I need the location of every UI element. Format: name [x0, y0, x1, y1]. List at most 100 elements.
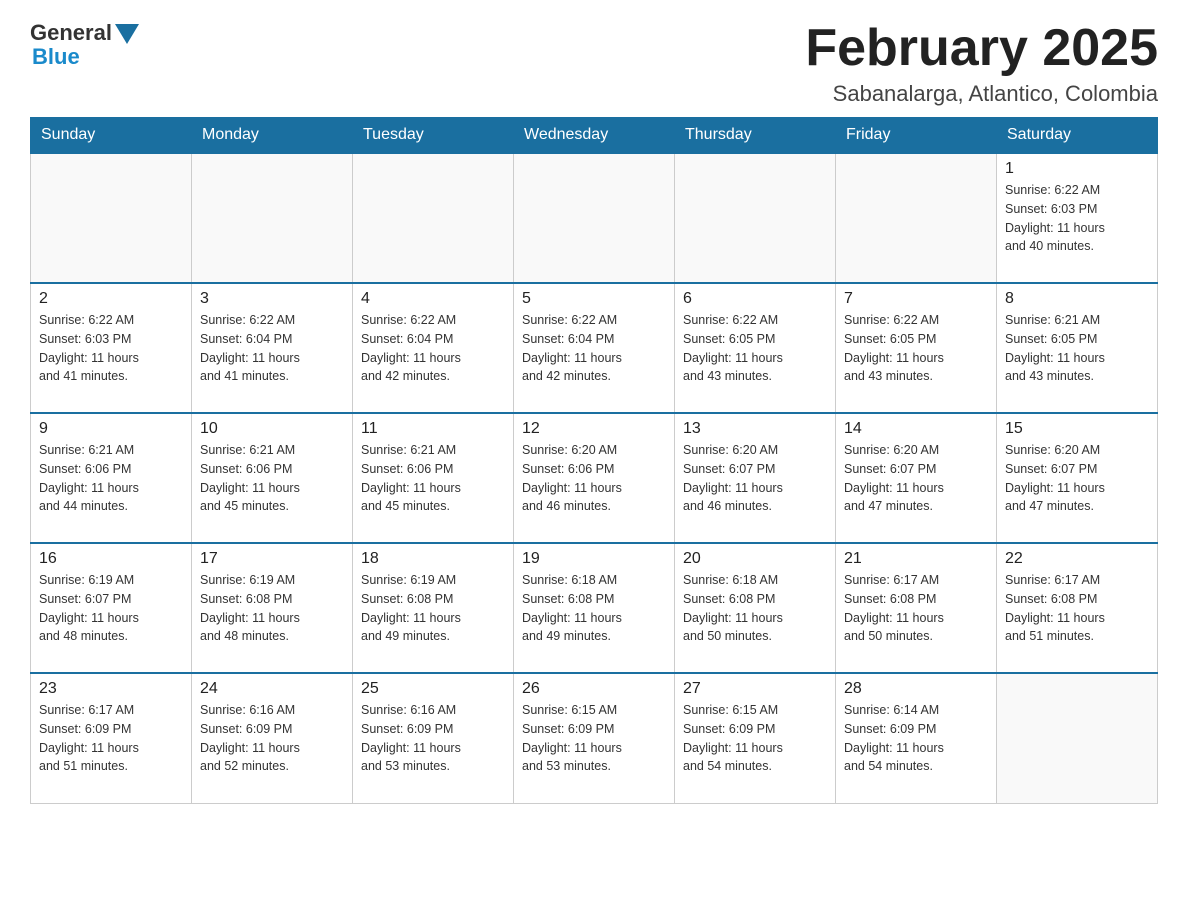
- main-title: February 2025: [805, 20, 1158, 77]
- calendar-cell: 11 Sunrise: 6:21 AM Sunset: 6:06 PM Dayli…: [353, 413, 514, 543]
- day-info: Sunrise: 6:20 AM Sunset: 6:07 PM Dayligh…: [683, 441, 827, 516]
- calendar-cell: 17 Sunrise: 6:19 AM Sunset: 6:08 PM Dayli…: [192, 543, 353, 673]
- day-number: 25: [361, 680, 505, 698]
- day-info: Sunrise: 6:19 AM Sunset: 6:07 PM Dayligh…: [39, 571, 183, 646]
- weekday-header-row: SundayMondayTuesdayWednesdayThursdayFrid…: [31, 118, 1158, 154]
- day-number: 5: [522, 290, 666, 308]
- day-number: 8: [1005, 290, 1149, 308]
- day-number: 26: [522, 680, 666, 698]
- calendar-cell: 27Sunrise: 6:15 AM Sunset: 6:09 PM Dayli…: [675, 673, 836, 803]
- calendar-cell: [31, 153, 192, 283]
- weekday-header-monday: Monday: [192, 118, 353, 154]
- day-info: Sunrise: 6:21 AM Sunset: 6:06 PM Dayligh…: [361, 441, 505, 516]
- day-info: Sunrise: 6:19 AM Sunset: 6:08 PM Dayligh…: [200, 571, 344, 646]
- day-info: Sunrise: 6:20 AM Sunset: 6:06 PM Dayligh…: [522, 441, 666, 516]
- weekday-header-sunday: Sunday: [31, 118, 192, 154]
- location-subtitle: Sabanalarga, Atlantico, Colombia: [805, 81, 1158, 107]
- calendar-week-row: 2Sunrise: 6:22 AM Sunset: 6:03 PM Daylig…: [31, 283, 1158, 413]
- calendar-week-row: 23 Sunrise: 6:17 AM Sunset: 6:09 PM Dayli…: [31, 673, 1158, 803]
- day-number: 10: [200, 420, 344, 438]
- day-info: Sunrise: 6:22 AM Sunset: 6:03 PM Dayligh…: [1005, 181, 1149, 256]
- calendar-cell: 21 Sunrise: 6:17 AM Sunset: 6:08 PM Dayli…: [836, 543, 997, 673]
- calendar-cell: 10 Sunrise: 6:21 AM Sunset: 6:06 PM Dayli…: [192, 413, 353, 543]
- day-number: 15: [1005, 420, 1149, 438]
- day-number: 16: [39, 550, 183, 568]
- day-number: 14: [844, 420, 988, 438]
- day-number: 3: [200, 290, 344, 308]
- day-info: Sunrise: 6:14 AM Sunset: 6:09 PM Dayligh…: [844, 701, 988, 776]
- calendar-cell: 14Sunrise: 6:20 AM Sunset: 6:07 PM Dayli…: [836, 413, 997, 543]
- day-info: Sunrise: 6:15 AM Sunset: 6:09 PM Dayligh…: [683, 701, 827, 776]
- calendar-cell: 25 Sunrise: 6:16 AM Sunset: 6:09 PM Dayli…: [353, 673, 514, 803]
- calendar-cell: [997, 673, 1158, 803]
- calendar-header: SundayMondayTuesdayWednesdayThursdayFrid…: [31, 118, 1158, 154]
- calendar-cell: 7Sunrise: 6:22 AM Sunset: 6:05 PM Daylig…: [836, 283, 997, 413]
- calendar-cell: [836, 153, 997, 283]
- day-number: 28: [844, 680, 988, 698]
- title-block: February 2025 Sabanalarga, Atlantico, Co…: [805, 20, 1158, 107]
- calendar-cell: 13 Sunrise: 6:20 AM Sunset: 6:07 PM Dayli…: [675, 413, 836, 543]
- day-info: Sunrise: 6:17 AM Sunset: 6:08 PM Dayligh…: [1005, 571, 1149, 646]
- weekday-header-tuesday: Tuesday: [353, 118, 514, 154]
- calendar-cell: 15 Sunrise: 6:20 AM Sunset: 6:07 PM Dayli…: [997, 413, 1158, 543]
- calendar-cell: 9 Sunrise: 6:21 AM Sunset: 6:06 PM Daylig…: [31, 413, 192, 543]
- calendar-cell: 5 Sunrise: 6:22 AM Sunset: 6:04 PM Daylig…: [514, 283, 675, 413]
- calendar-cell: 28 Sunrise: 6:14 AM Sunset: 6:09 PM Dayli…: [836, 673, 997, 803]
- day-info: Sunrise: 6:21 AM Sunset: 6:06 PM Dayligh…: [200, 441, 344, 516]
- calendar-week-row: 1 Sunrise: 6:22 AM Sunset: 6:03 PM Daylig…: [31, 153, 1158, 283]
- day-info: Sunrise: 6:17 AM Sunset: 6:09 PM Dayligh…: [39, 701, 183, 776]
- calendar-cell: [514, 153, 675, 283]
- day-number: 20: [683, 550, 827, 568]
- day-number: 23: [39, 680, 183, 698]
- weekday-header-saturday: Saturday: [997, 118, 1158, 154]
- calendar-body: 1 Sunrise: 6:22 AM Sunset: 6:03 PM Daylig…: [31, 153, 1158, 803]
- day-number: 9: [39, 420, 183, 438]
- calendar-cell: 1 Sunrise: 6:22 AM Sunset: 6:03 PM Daylig…: [997, 153, 1158, 283]
- weekday-header-thursday: Thursday: [675, 118, 836, 154]
- day-number: 7: [844, 290, 988, 308]
- page-header: General Blue February 2025 Sabanalarga, …: [30, 20, 1158, 107]
- calendar-cell: 22Sunrise: 6:17 AM Sunset: 6:08 PM Dayli…: [997, 543, 1158, 673]
- day-number: 13: [683, 420, 827, 438]
- day-number: 11: [361, 420, 505, 438]
- day-info: Sunrise: 6:20 AM Sunset: 6:07 PM Dayligh…: [1005, 441, 1149, 516]
- day-info: Sunrise: 6:16 AM Sunset: 6:09 PM Dayligh…: [200, 701, 344, 776]
- day-number: 12: [522, 420, 666, 438]
- day-info: Sunrise: 6:18 AM Sunset: 6:08 PM Dayligh…: [522, 571, 666, 646]
- calendar-cell: [353, 153, 514, 283]
- day-number: 1: [1005, 160, 1149, 178]
- weekday-header-friday: Friday: [836, 118, 997, 154]
- calendar-cell: 4Sunrise: 6:22 AM Sunset: 6:04 PM Daylig…: [353, 283, 514, 413]
- logo: General Blue: [30, 20, 139, 70]
- day-info: Sunrise: 6:21 AM Sunset: 6:05 PM Dayligh…: [1005, 311, 1149, 386]
- calendar-cell: 20Sunrise: 6:18 AM Sunset: 6:08 PM Dayli…: [675, 543, 836, 673]
- calendar-cell: 23 Sunrise: 6:17 AM Sunset: 6:09 PM Dayli…: [31, 673, 192, 803]
- logo-blue-text: Blue: [32, 44, 80, 70]
- calendar-cell: 19 Sunrise: 6:18 AM Sunset: 6:08 PM Dayli…: [514, 543, 675, 673]
- day-number: 6: [683, 290, 827, 308]
- day-info: Sunrise: 6:22 AM Sunset: 6:04 PM Dayligh…: [200, 311, 344, 386]
- day-info: Sunrise: 6:22 AM Sunset: 6:04 PM Dayligh…: [361, 311, 505, 386]
- day-info: Sunrise: 6:22 AM Sunset: 6:05 PM Dayligh…: [683, 311, 827, 386]
- calendar-week-row: 16 Sunrise: 6:19 AM Sunset: 6:07 PM Dayli…: [31, 543, 1158, 673]
- calendar-cell: [675, 153, 836, 283]
- day-number: 17: [200, 550, 344, 568]
- day-info: Sunrise: 6:22 AM Sunset: 6:04 PM Dayligh…: [522, 311, 666, 386]
- calendar-week-row: 9 Sunrise: 6:21 AM Sunset: 6:06 PM Daylig…: [31, 413, 1158, 543]
- day-info: Sunrise: 6:19 AM Sunset: 6:08 PM Dayligh…: [361, 571, 505, 646]
- day-info: Sunrise: 6:17 AM Sunset: 6:08 PM Dayligh…: [844, 571, 988, 646]
- day-number: 24: [200, 680, 344, 698]
- day-info: Sunrise: 6:15 AM Sunset: 6:09 PM Dayligh…: [522, 701, 666, 776]
- calendar-cell: 24 Sunrise: 6:16 AM Sunset: 6:09 PM Dayli…: [192, 673, 353, 803]
- day-info: Sunrise: 6:16 AM Sunset: 6:09 PM Dayligh…: [361, 701, 505, 776]
- calendar-cell: 3 Sunrise: 6:22 AM Sunset: 6:04 PM Daylig…: [192, 283, 353, 413]
- calendar-cell: 26 Sunrise: 6:15 AM Sunset: 6:09 PM Dayli…: [514, 673, 675, 803]
- day-info: Sunrise: 6:22 AM Sunset: 6:03 PM Dayligh…: [39, 311, 183, 386]
- weekday-header-wednesday: Wednesday: [514, 118, 675, 154]
- day-info: Sunrise: 6:21 AM Sunset: 6:06 PM Dayligh…: [39, 441, 183, 516]
- calendar-cell: 16 Sunrise: 6:19 AM Sunset: 6:07 PM Dayli…: [31, 543, 192, 673]
- day-number: 19: [522, 550, 666, 568]
- calendar-cell: 12 Sunrise: 6:20 AM Sunset: 6:06 PM Dayli…: [514, 413, 675, 543]
- day-number: 21: [844, 550, 988, 568]
- calendar-cell: [192, 153, 353, 283]
